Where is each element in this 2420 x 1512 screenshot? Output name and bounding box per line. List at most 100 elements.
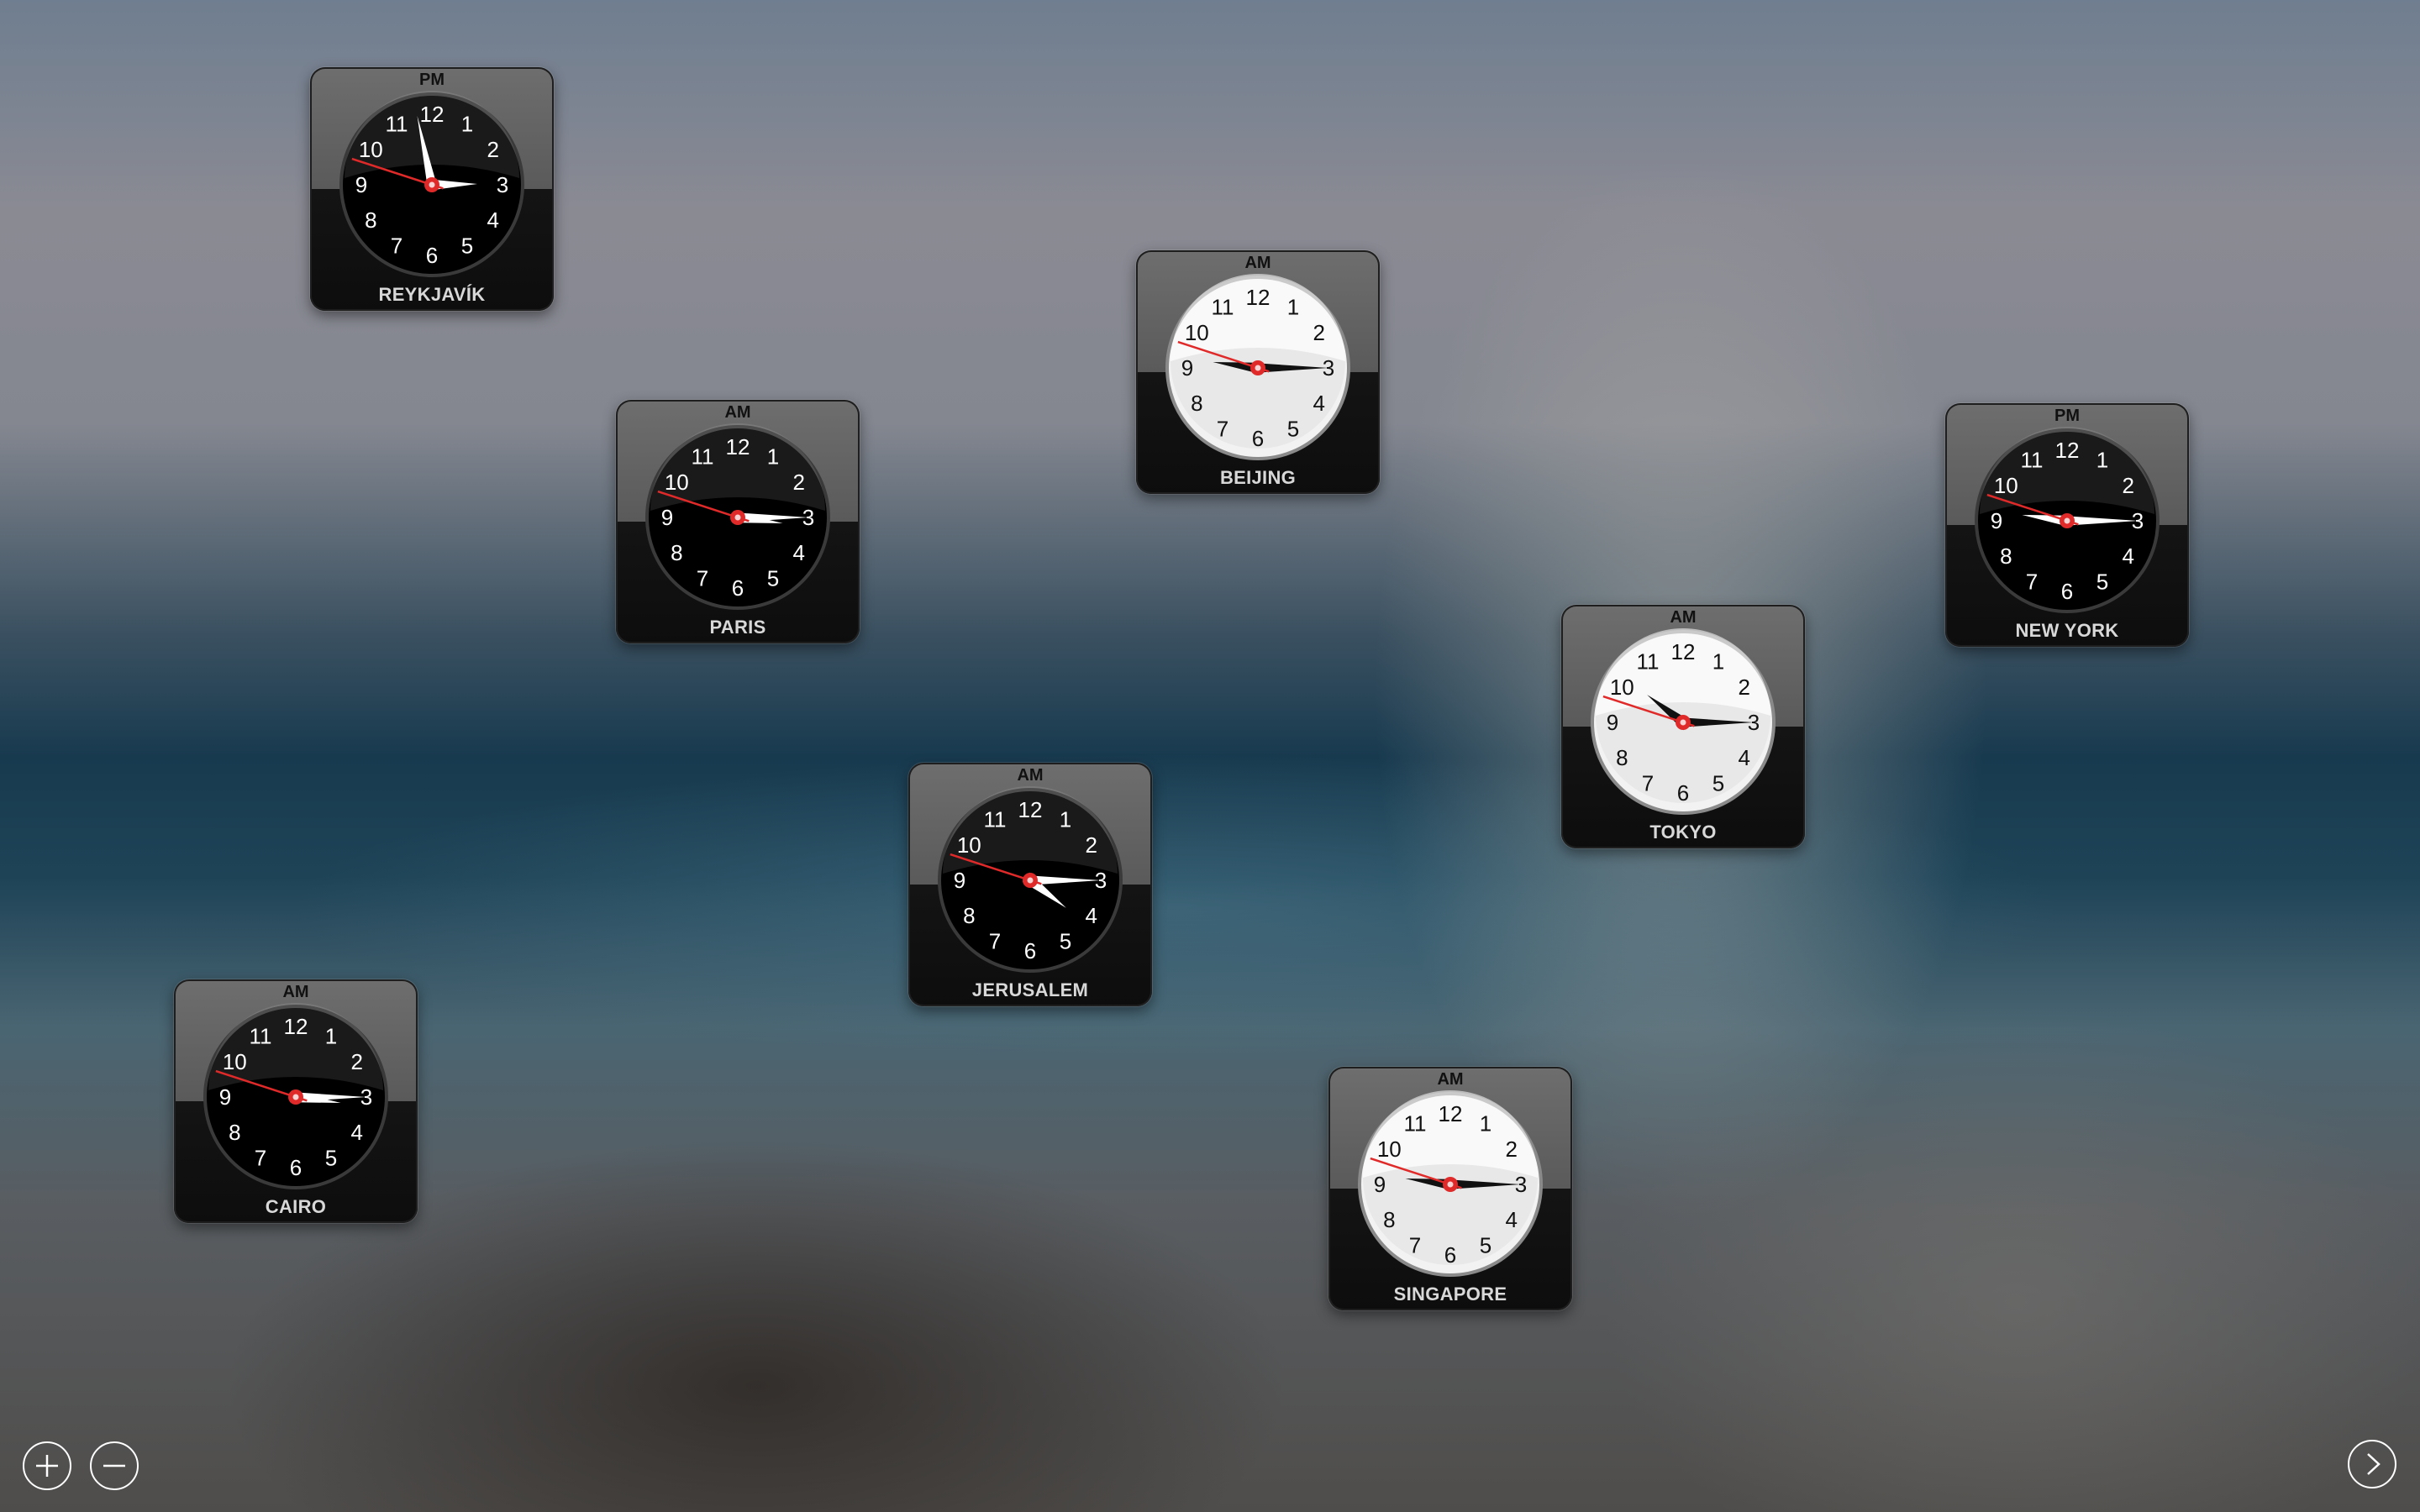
- period-label: PM: [2054, 407, 2080, 425]
- city-label: NEW YORK: [2015, 620, 2119, 641]
- numeral: 9: [1607, 710, 1618, 735]
- clock-widget-singapore[interactable]: AM123456789101112SINGAPORE: [1328, 1067, 1572, 1310]
- numeral: 2: [1085, 832, 1097, 858]
- numeral: 6: [1677, 780, 1689, 806]
- numeral: 1: [2096, 447, 2108, 472]
- numeral: 10: [1185, 320, 1209, 345]
- numeral: 9: [1181, 355, 1193, 381]
- numeral: 9: [954, 868, 965, 893]
- numeral: 2: [350, 1049, 362, 1074]
- clock-widget-reykjavik[interactable]: PM 1 2 3 4 5 6 7 8 9 10 11 12 REYKJAVÍK: [310, 67, 554, 311]
- numeral: 6: [1444, 1242, 1456, 1268]
- period-label: PM: [419, 71, 445, 89]
- clock-widget-tokyo[interactable]: AM123456789101112TOKYO: [1561, 605, 1805, 848]
- numeral: 6: [2061, 579, 2073, 604]
- city-label: SINGAPORE: [1393, 1284, 1507, 1305]
- period-label: AM: [1670, 608, 1697, 627]
- numeral: 8: [1383, 1207, 1395, 1232]
- numeral: 1: [1060, 806, 1071, 832]
- clock-face: 123456789101112: [339, 91, 524, 277]
- numeral: 2: [1313, 320, 1324, 345]
- numeral: 12: [1671, 639, 1696, 664]
- numeral: 2: [487, 137, 498, 162]
- numeral: 5: [2096, 570, 2108, 595]
- numeral: 5: [461, 234, 473, 259]
- numeral: 4: [2122, 543, 2133, 569]
- numeral: 10: [223, 1049, 247, 1074]
- numeral: 11: [1212, 294, 1234, 319]
- clock-face: 123456789101112: [645, 423, 830, 610]
- minus-icon: [103, 1464, 125, 1467]
- numeral: 11: [692, 444, 714, 469]
- clock-widget-paris[interactable]: AM123456789101112PARIS: [616, 400, 860, 643]
- numeral: 12: [1018, 797, 1043, 822]
- numeral: 4: [1738, 745, 1749, 770]
- clock-widget-jerusalem[interactable]: AM123456789101112JERUSALEM: [908, 763, 1152, 1006]
- numeral: 7: [255, 1146, 266, 1171]
- numeral: 8: [963, 903, 975, 928]
- numeral: 6: [1252, 426, 1264, 451]
- numeral: 7: [989, 929, 1001, 954]
- numeral: 5: [325, 1146, 337, 1171]
- city-label: CAIRO: [265, 1196, 327, 1217]
- period-label: AM: [1017, 766, 1044, 785]
- numeral: 12: [284, 1014, 308, 1039]
- numeral: 11: [984, 806, 1007, 832]
- numeral: 10: [359, 137, 383, 162]
- clock-face: 123456789101112: [1358, 1090, 1543, 1277]
- numeral: 12: [2055, 438, 2080, 463]
- numeral: 8: [671, 540, 682, 565]
- numeral: 6: [426, 243, 438, 268]
- numeral: 9: [661, 505, 673, 530]
- clock-face: 123456789101112: [203, 1003, 388, 1189]
- numeral: 9: [1374, 1172, 1386, 1197]
- numeral: 5: [1060, 929, 1071, 954]
- period-label: AM: [724, 403, 751, 422]
- city-label: PARIS: [709, 617, 766, 638]
- numeral: 1: [461, 111, 473, 136]
- clock-widget-new-york[interactable]: PM123456789101112NEW YORK: [1945, 403, 2189, 647]
- numeral: 1: [767, 444, 779, 469]
- numeral: 10: [665, 470, 689, 495]
- numeral: 1: [1712, 648, 1724, 674]
- numeral: 4: [1085, 903, 1097, 928]
- numeral: 8: [2000, 543, 2012, 569]
- numeral: 5: [767, 566, 779, 591]
- numeral: 3: [497, 172, 508, 197]
- clock-face: 123456789101112: [1591, 628, 1776, 815]
- plus-icon: [36, 1455, 58, 1477]
- numeral: 8: [1616, 745, 1628, 770]
- numeral: 11: [250, 1023, 272, 1048]
- remove-widget-button[interactable]: [90, 1441, 139, 1490]
- period-label: AM: [1244, 254, 1271, 272]
- numeral: 11: [1404, 1110, 1427, 1136]
- numeral: 11: [386, 111, 408, 136]
- numeral: 4: [487, 207, 498, 233]
- add-widget-button[interactable]: [23, 1441, 71, 1490]
- clock-face: 123456789101112: [938, 786, 1123, 973]
- numeral: 10: [1994, 473, 2018, 498]
- numeral: 4: [792, 540, 804, 565]
- chevron-right-icon: [2367, 1453, 2381, 1475]
- numeral: 4: [1313, 391, 1324, 416]
- clock-widget-cairo[interactable]: AM123456789101112CAIRO: [174, 979, 418, 1223]
- numeral: 12: [726, 434, 750, 459]
- numeral: 12: [420, 102, 445, 127]
- numeral: 7: [1217, 417, 1228, 442]
- numeral: 10: [957, 832, 981, 858]
- numeral: 7: [2026, 570, 2038, 595]
- numeral: 7: [697, 566, 708, 591]
- numeral: 9: [1991, 508, 2002, 533]
- city-label: BEIJING: [1219, 467, 1297, 488]
- numeral: 2: [792, 470, 804, 495]
- clock-widget-beijing[interactable]: AM123456789101112BEIJING: [1136, 250, 1380, 494]
- numeral: 11: [2021, 447, 2044, 472]
- numeral: 6: [1024, 938, 1036, 963]
- numeral: 9: [219, 1084, 231, 1110]
- numeral: 2: [1505, 1137, 1517, 1162]
- numeral: 2: [1738, 675, 1749, 700]
- numeral: 2: [2122, 473, 2133, 498]
- next-screen-button[interactable]: [2348, 1440, 2396, 1488]
- city-label: TOKYO: [1649, 822, 1717, 843]
- city-label: REYKJAVÍK: [378, 284, 486, 305]
